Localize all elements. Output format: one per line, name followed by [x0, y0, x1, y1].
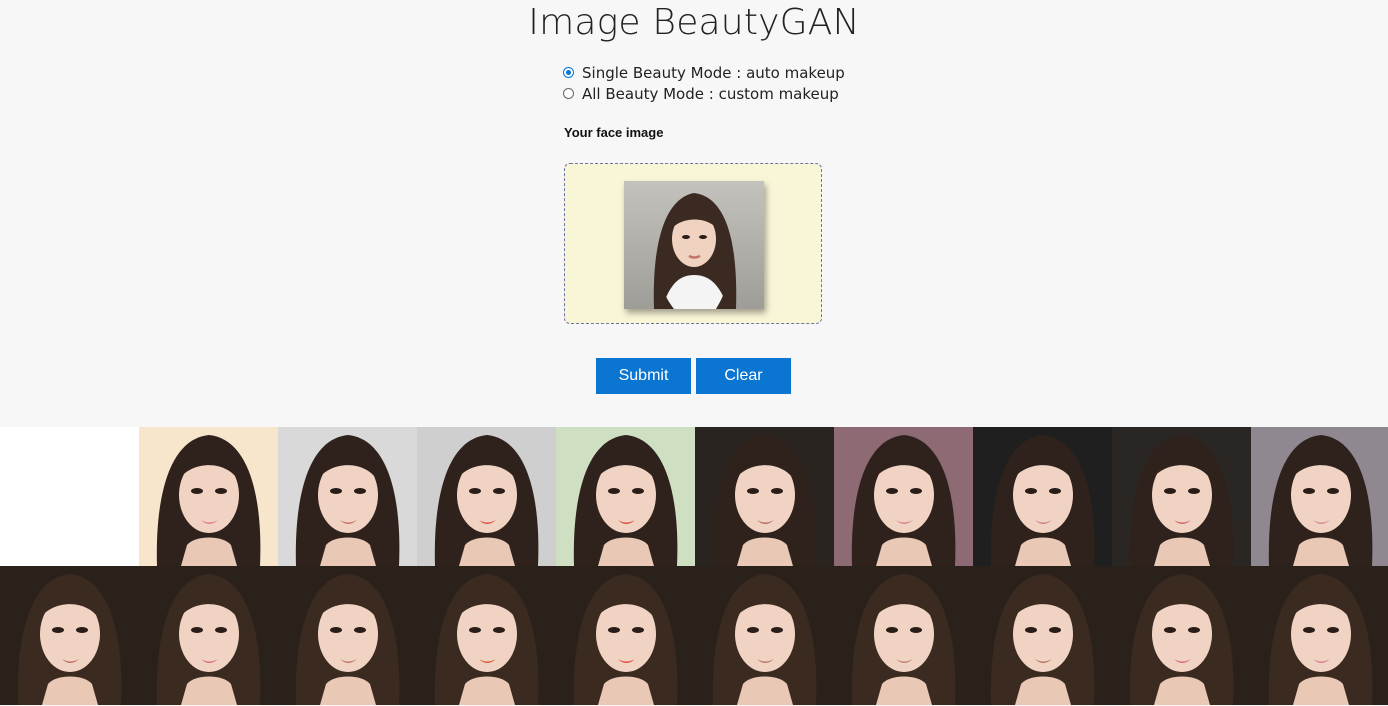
mode-option-all[interactable]: All Beauty Mode : custom makeup	[563, 83, 845, 104]
mode-label-all: All Beauty Mode : custom makeup	[582, 84, 839, 103]
result-face-image	[417, 566, 556, 705]
reference-face-image[interactable]	[1251, 427, 1388, 566]
reference-face-image[interactable]	[695, 427, 834, 566]
clear-button[interactable]: Clear	[696, 358, 791, 394]
reference-face-image[interactable]	[139, 427, 278, 566]
result-face-image	[1251, 566, 1388, 705]
reference-blank-cell	[0, 427, 139, 566]
submit-button[interactable]: Submit	[596, 358, 691, 394]
face-grid	[0, 427, 1388, 706]
result-face-image	[695, 566, 834, 705]
reference-face-image[interactable]	[1112, 427, 1251, 566]
result-face-image	[556, 566, 695, 705]
radio-all-beauty[interactable]	[563, 88, 574, 99]
reference-face-image[interactable]	[556, 427, 695, 566]
page-title: Image BeautyGAN	[528, 2, 860, 43]
reference-face-image[interactable]	[973, 427, 1112, 566]
radio-single-beauty[interactable]	[563, 67, 574, 78]
result-face-image	[0, 566, 139, 705]
reference-face-image[interactable]	[417, 427, 556, 566]
mode-label-single: Single Beauty Mode : auto makeup	[582, 63, 845, 82]
face-image-dropzone[interactable]	[564, 163, 822, 324]
reference-face-image[interactable]	[278, 427, 417, 566]
result-face-image	[139, 566, 278, 705]
result-face-image	[973, 566, 1112, 705]
mode-radio-group: Single Beauty Mode : auto makeup All Bea…	[563, 62, 845, 104]
result-face-image	[278, 566, 417, 705]
reference-face-image[interactable]	[834, 427, 973, 566]
mode-option-single[interactable]: Single Beauty Mode : auto makeup	[563, 62, 845, 83]
uploaded-face-image	[624, 181, 764, 309]
result-face-image	[1112, 566, 1251, 705]
result-face-image	[834, 566, 973, 705]
face-image-label: Your face image	[564, 125, 664, 140]
